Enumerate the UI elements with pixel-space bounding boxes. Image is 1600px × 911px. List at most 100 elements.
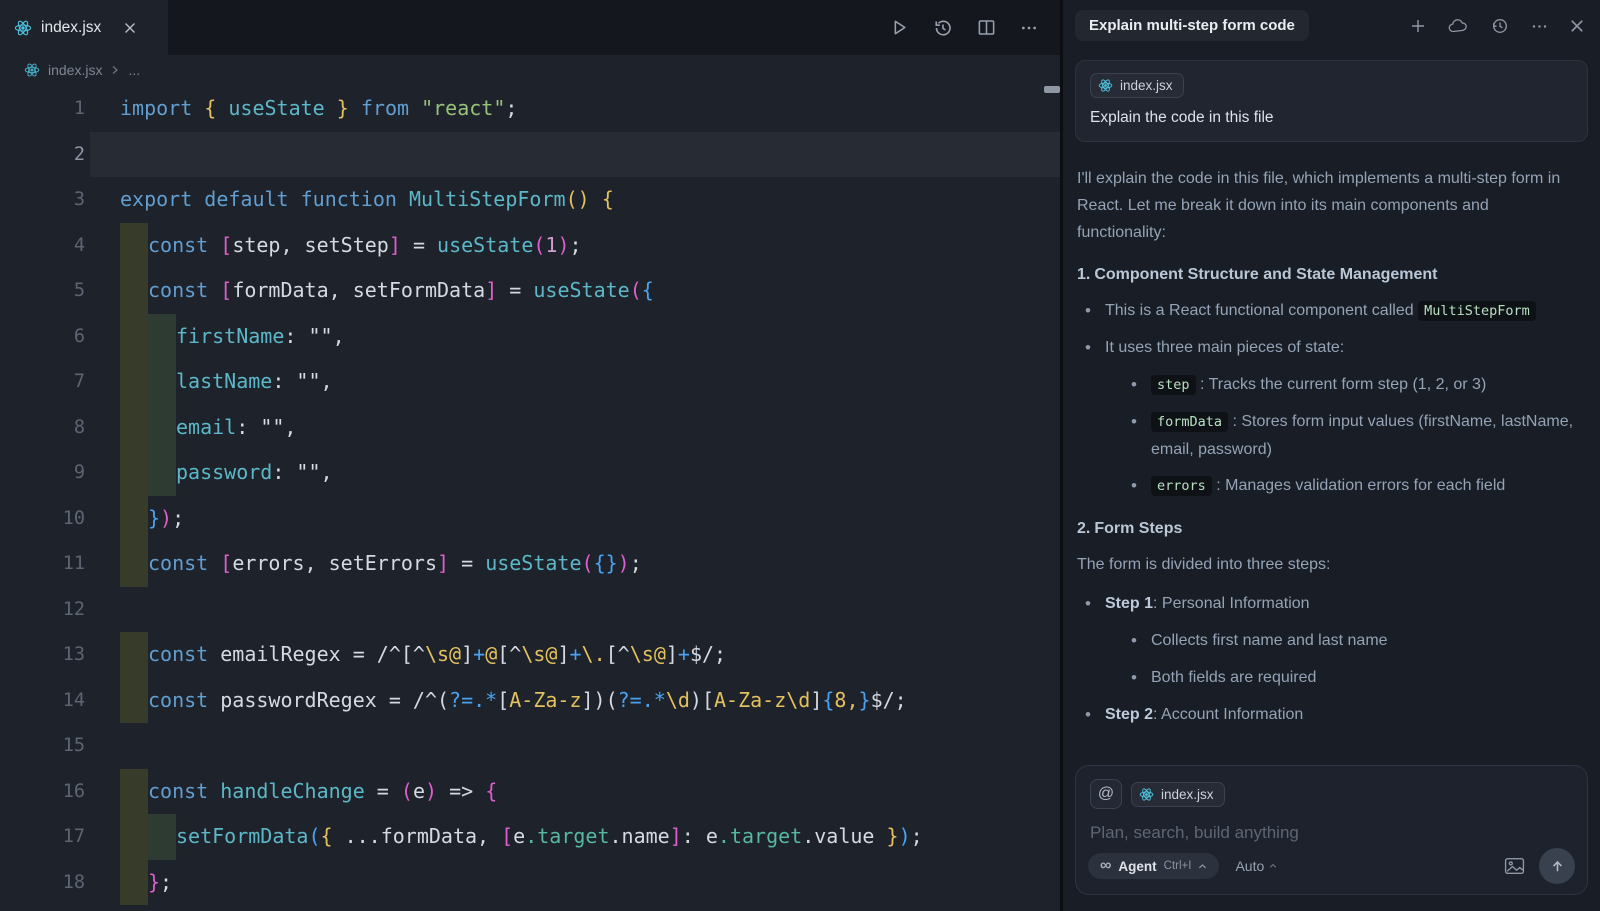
response-bullet: step : Tracks the current form step (1, … (1131, 371, 1580, 399)
indent-guide-band (120, 314, 148, 360)
breadcrumb: index.jsx ... (0, 55, 1060, 85)
indent-guide-band (120, 268, 148, 314)
line-number: 17 (0, 814, 85, 860)
code-editor[interactable]: 1import { useState } from "react";23expo… (0, 85, 1060, 905)
split-editor-icon[interactable] (977, 18, 996, 37)
indent-guide-band (148, 314, 176, 360)
react-icon (14, 19, 32, 37)
input-placeholder[interactable]: Plan, search, build anything (1090, 823, 1573, 843)
image-attach-icon[interactable] (1504, 857, 1525, 875)
tab-index-jsx[interactable]: index.jsx (0, 0, 168, 55)
indent-guide-band (120, 359, 148, 405)
react-icon (1139, 787, 1154, 802)
code-line-10: 10}); (0, 496, 1060, 542)
chevron-right-icon (110, 65, 120, 75)
code-line-8: 8email: "", (0, 405, 1060, 451)
bullet-icon (1131, 664, 1151, 692)
context-file-chip[interactable]: index.jsx (1131, 782, 1225, 807)
file-chip[interactable]: index.jsx (1090, 73, 1184, 98)
response-section-heading: 1.Component Structure and State Manageme… (1077, 261, 1580, 288)
indent-guide-band (120, 496, 148, 542)
code-line-17: 17setFormData({ ...formData, [e.target.n… (0, 814, 1060, 860)
line-number: 4 (0, 223, 85, 269)
line-number: 15 (0, 723, 85, 769)
chat-panel: Explain multi-step form code (1063, 0, 1600, 911)
chat-title-tab[interactable]: Explain multi-step form code (1075, 10, 1309, 41)
bullet-icon (1131, 472, 1151, 500)
more-actions-icon[interactable] (1020, 19, 1038, 37)
indent-guide-band (148, 450, 176, 496)
chat-input[interactable]: @ index.jsx Plan, search, build anything… (1075, 765, 1588, 895)
agent-mode-selector[interactable]: ∞ Agent Ctrl+I (1088, 853, 1219, 879)
bullet-icon (1085, 297, 1105, 325)
user-message-card: index.jsx Explain the code in this file (1075, 60, 1588, 142)
chat-header: Explain multi-step form code (1063, 0, 1600, 52)
response-paragraph: The form is divided into three steps: (1077, 551, 1580, 578)
indent-guide-band (120, 814, 148, 860)
cloud-icon[interactable] (1448, 18, 1469, 34)
run-icon[interactable] (890, 18, 909, 37)
response-paragraph: I'll explain the code in this file, whic… (1077, 165, 1580, 246)
response-bullet: This is a React functional component cal… (1085, 297, 1580, 325)
react-icon (1098, 78, 1113, 93)
breadcrumb-more[interactable]: ... (128, 62, 140, 78)
editor-pane: index.jsx (0, 0, 1060, 911)
agent-shortcut: Ctrl+I (1164, 860, 1192, 872)
send-button[interactable] (1539, 848, 1575, 884)
close-tab-icon[interactable] (124, 22, 136, 34)
code-line-9: 9password: "", (0, 450, 1060, 496)
indent-guide-band (120, 223, 148, 269)
tab-bar: index.jsx (0, 0, 1060, 55)
line-number: 14 (0, 678, 85, 724)
line-number: 1 (0, 86, 85, 132)
editor-actions (890, 0, 1038, 55)
scrollbar-thumb[interactable] (1044, 86, 1060, 93)
response-bullet: errors : Manages validation errors for e… (1131, 472, 1580, 500)
chevron-up-icon (1269, 863, 1277, 869)
bullet-icon (1131, 371, 1151, 399)
response-bullet: It uses three main pieces of state: (1085, 334, 1580, 362)
line-number: 6 (0, 314, 85, 360)
line-number: 8 (0, 405, 85, 451)
code-line-13: 13const emailRegex = /^[^\s@]+@[^\s@]+\.… (0, 632, 1060, 678)
file-chip-label: index.jsx (1120, 78, 1173, 93)
mention-button[interactable]: @ (1090, 779, 1122, 809)
breadcrumb-file[interactable]: index.jsx (48, 62, 102, 78)
indent-guide-band (120, 678, 148, 724)
react-icon (24, 62, 40, 78)
close-panel-icon[interactable] (1570, 19, 1584, 33)
timeline-history-icon[interactable] (933, 18, 953, 38)
user-message-text: Explain the code in this file (1090, 109, 1573, 127)
line-number: 5 (0, 268, 85, 314)
indent-guide-band (120, 405, 148, 451)
line-number: 16 (0, 769, 85, 815)
code-line-18: 18}; (0, 860, 1060, 906)
bullet-icon (1131, 408, 1151, 463)
code-line-6: 6firstName: "", (0, 314, 1060, 360)
history-icon[interactable] (1491, 17, 1509, 35)
bullet-icon (1085, 590, 1105, 618)
code-line-11: 11const [errors, setErrors] = useState({… (0, 541, 1060, 587)
code-line-2: 2 (0, 132, 1060, 178)
more-icon[interactable] (1531, 18, 1548, 35)
line-number: 10 (0, 496, 85, 542)
code-line-12: 12 (0, 587, 1060, 633)
infinity-icon: ∞ (1100, 858, 1111, 874)
response-bullet: Step 2: Account Information (1085, 701, 1580, 729)
indent-guide-band (148, 359, 176, 405)
assistant-response: I'll explain the code in this file, whic… (1063, 148, 1600, 759)
context-file-label: index.jsx (1161, 787, 1214, 802)
bullet-icon (1085, 701, 1105, 729)
code-line-1: 1import { useState } from "react"; (0, 86, 1060, 132)
bullet-icon (1085, 334, 1105, 362)
code-line-7: 7lastName: "", (0, 359, 1060, 405)
line-number: 13 (0, 632, 85, 678)
new-chat-icon[interactable] (1410, 18, 1426, 34)
model-selector[interactable]: Auto (1235, 858, 1277, 874)
response-bullet: formData : Stores form input values (fir… (1131, 408, 1580, 463)
line-number: 18 (0, 860, 85, 906)
code-line-15: 15 (0, 723, 1060, 769)
send-arrow-icon (1550, 859, 1565, 874)
agent-label: Agent (1118, 859, 1156, 874)
chevron-up-icon (1198, 863, 1207, 870)
